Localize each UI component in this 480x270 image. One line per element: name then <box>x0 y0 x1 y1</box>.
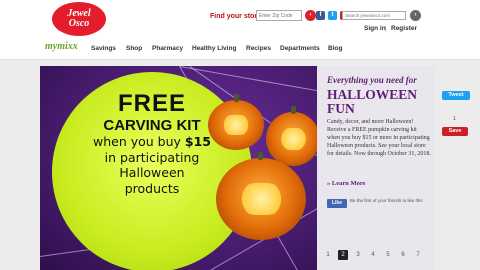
pin-count: 1 <box>453 116 457 122</box>
search-go-button[interactable]: › <box>410 10 421 21</box>
promo-side-panel: Everything you need for HALLOWEEN FUN Ca… <box>317 66 435 270</box>
pumpkin-stem <box>291 106 296 114</box>
carousel-page-5[interactable]: 5 <box>383 250 393 260</box>
nav-item-shop[interactable]: Shop <box>126 45 142 52</box>
facebook-icon[interactable]: f <box>316 11 325 20</box>
pumpkin-carving <box>222 115 250 135</box>
nav-item-healthy-living[interactable]: Healthy Living <box>192 45 236 52</box>
site-header: Jewel Osco Find your store: › ftp▶◎≈ › S… <box>0 0 480 38</box>
pumpkin-bat-image <box>208 100 264 150</box>
facebook-like-button[interactable]: Like <box>327 199 347 208</box>
carousel-page-7[interactable]: 7 <box>413 250 423 260</box>
pumpkin-stem <box>234 94 239 102</box>
twitter-icon[interactable]: t <box>328 11 337 20</box>
pumpkin-carving <box>238 182 284 216</box>
pumpkin-witch-image <box>216 158 306 240</box>
pumpkin-carving <box>279 128 307 150</box>
promo-title: HALLOWEEN FUN <box>327 87 418 117</box>
promo-tagline: Everything you need for <box>327 75 417 85</box>
jewel-osco-logo[interactable]: Jewel Osco <box>52 2 106 36</box>
pumpkin-owl-image <box>266 112 317 166</box>
carousel-page-3[interactable]: 3 <box>353 250 363 260</box>
carousel-page-2[interactable]: 2 <box>338 250 348 260</box>
carousel-page-1[interactable]: 1 <box>323 250 333 260</box>
promo-text: FREE CARVING KIT when you buy $15 in par… <box>72 92 232 195</box>
site-search-input[interactable] <box>342 11 406 20</box>
nav-item-pharmacy[interactable]: Pharmacy <box>152 45 183 52</box>
nav-item-savings[interactable]: Savings <box>91 45 116 52</box>
promo-free: FREE <box>117 90 186 117</box>
pumpkin-stem <box>258 152 263 160</box>
main-nav: mymixx Savings Shop Pharmacy Healthy Liv… <box>0 38 480 60</box>
promo-banner-image[interactable]: FREE CARVING KIT when you buy $15 in par… <box>40 66 317 270</box>
zip-go-button[interactable]: › <box>305 10 316 21</box>
sign-in-link[interactable]: Sign in <box>364 25 386 32</box>
pinterest-save-button[interactable]: Save <box>442 127 468 136</box>
nav-item-departments[interactable]: Departments <box>280 45 320 52</box>
register-link[interactable]: Register <box>391 25 417 32</box>
promo-participating: in participating <box>104 149 200 165</box>
nav-item-recipes[interactable]: Recipes <box>246 45 271 52</box>
mymixx-logo[interactable]: mymixx <box>45 41 78 52</box>
carousel-page-4[interactable]: 4 <box>368 250 378 260</box>
promo-products: products <box>124 180 180 196</box>
promo-halloween: Halloween <box>119 165 185 180</box>
promo-buy-prefix: when you buy <box>93 134 185 149</box>
nav-item-blog[interactable]: Blog <box>328 45 342 52</box>
promo-description: Candy, decor, and more Halloween! Receiv… <box>327 119 431 158</box>
logo-line-2: Osco <box>68 18 90 29</box>
promo-amount: $15 <box>184 134 211 149</box>
header-separator: | <box>385 25 387 32</box>
promo-buy-line: when you buy $15 <box>72 134 232 149</box>
zip-code-input[interactable] <box>256 10 302 21</box>
carousel-page-6[interactable]: 6 <box>398 250 408 260</box>
facebook-like-text: Be the first of your friends to like thi… <box>350 198 423 203</box>
learn-more-link[interactable]: » Learn More <box>327 180 366 187</box>
tweet-button[interactable]: Tweet <box>442 91 470 100</box>
